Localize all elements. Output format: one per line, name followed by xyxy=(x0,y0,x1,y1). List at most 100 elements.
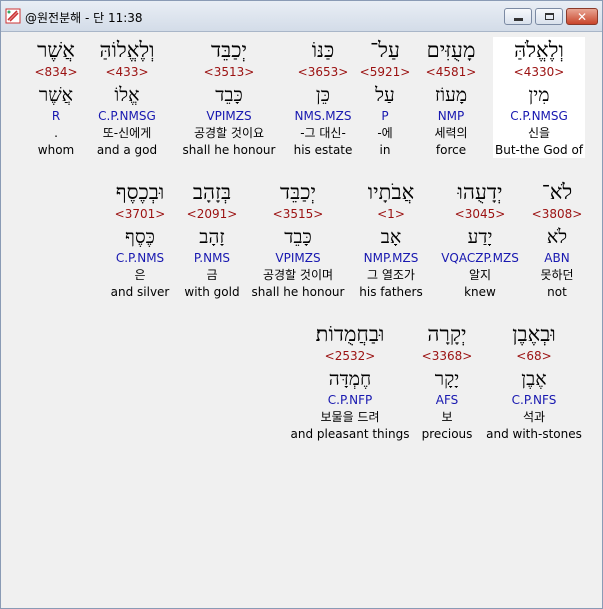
korean-gloss: 금 xyxy=(206,268,218,282)
word-block[interactable]: וּבְכֶסֶף <3701> כֶּסֶף C.P.NMS 은 and silver xyxy=(109,179,172,300)
maximize-button[interactable] xyxy=(535,8,563,25)
english-gloss: his fathers xyxy=(359,285,423,299)
english-gloss: and a god xyxy=(96,143,158,157)
hebrew-word: וּבַחֲמֻדוֹת׃ xyxy=(315,322,385,346)
strongs-number: <1> xyxy=(377,207,405,221)
korean-gloss: -그 대신- xyxy=(300,126,346,140)
hebrew-word: וּבְאֶבֶן xyxy=(512,322,556,346)
title-bar[interactable]: @원전분해 - 단 11:38 ✕ xyxy=(1,1,602,32)
hebrew-word: וְלֶאֱלוֹהַּ xyxy=(99,38,155,62)
grammar-code: AFS xyxy=(435,393,459,407)
korean-gloss: 세력의 xyxy=(434,126,468,140)
grammar-code: P.NMS xyxy=(193,251,231,265)
close-button[interactable]: ✕ xyxy=(566,8,598,25)
word-block[interactable]: וְלֶאֱלֹהַּ <4330> מִין C.P.NMSG 신을 But-the G… xyxy=(492,37,586,158)
korean-gloss: 공경할 것이요 xyxy=(193,126,265,140)
word-block[interactable]: בְּזָהָב <2091> זָהָב P.NMS 금 with gold xyxy=(182,179,241,300)
grammar-code: C.P.NFS xyxy=(511,393,557,407)
strongs-number: <3513> xyxy=(203,65,255,79)
window-title: @원전분해 - 단 11:38 xyxy=(25,11,143,25)
word-block[interactable]: יְכַבֵּד <3515> כָּבֵד VPIMZS 공경할 것이며 shall h… xyxy=(250,179,347,300)
lexical-form: חֶמְדָּה xyxy=(328,368,372,390)
word-block[interactable]: יְקָרָה <3368> יָקָר AFS 보 precious xyxy=(420,321,475,442)
hebrew-word: יְקָרָה xyxy=(427,322,467,346)
korean-gloss: 또-신에게 xyxy=(102,126,152,140)
strongs-number: <3808> xyxy=(531,207,583,221)
word-block[interactable]: יְדָעֻהוּ <3045> יָדַע VQACZP.MZS 알지 knew xyxy=(439,179,521,300)
english-gloss: force xyxy=(435,143,467,157)
lexical-form: אֱלוֹ xyxy=(114,84,140,106)
lexical-form: כֵּן xyxy=(315,84,331,106)
word-block[interactable]: אֲשֶׁר <834> אֲשֶׁר R. whom xyxy=(32,37,79,158)
lexical-form: כֶּסֶף xyxy=(125,226,155,248)
hebrew-word: יְדָעֻהוּ xyxy=(457,180,503,204)
lexical-form: אֶבֶן xyxy=(521,368,547,390)
korean-gloss: 보 xyxy=(441,410,453,424)
word-block[interactable]: אֲבֹתָיו <1> אָב NMP.MZS 그 열조가 his fathers xyxy=(357,179,424,300)
lexical-form: כָּבֵד xyxy=(284,226,312,248)
minimize-icon xyxy=(513,18,523,21)
word-block[interactable]: כַּנּוֹ <3653> כֵּן NMS.MZS -그 대신-his estate xyxy=(292,37,355,158)
grammar-code: C.P.NMSG xyxy=(98,109,156,123)
english-gloss: in xyxy=(379,143,391,157)
lexical-form: יָדַע xyxy=(467,226,493,248)
english-gloss: But-the God of xyxy=(494,143,584,157)
english-gloss: shall he honour xyxy=(182,143,276,157)
english-gloss: not xyxy=(547,285,567,299)
english-gloss: his estate xyxy=(293,143,353,157)
hebrew-word: וְלֶאֱלֹהַּ xyxy=(514,38,564,62)
word-block[interactable]: וּבְאֶבֶן <68> אֶבֶן C.P.NFS 석과 and with-ston… xyxy=(484,321,584,442)
maximize-icon xyxy=(544,13,554,20)
strongs-number: <2532> xyxy=(324,349,376,363)
english-gloss: whom xyxy=(37,143,75,157)
korean-gloss: 은 xyxy=(134,268,146,282)
close-icon: ✕ xyxy=(576,9,588,24)
lexical-form: יָקָר xyxy=(434,368,460,390)
lexical-form: לֹא xyxy=(546,226,568,248)
hebrew-word: יְכַבֵּד xyxy=(280,180,316,204)
english-gloss: and pleasant things xyxy=(290,427,410,441)
strongs-number: <3653> xyxy=(297,65,349,79)
word-block[interactable]: עַל־ <5921> עַל P -에 in xyxy=(358,37,413,158)
grammar-code: R xyxy=(51,109,61,123)
word-block[interactable]: לֹא־ <3808> לֹא ABN 못하던 not xyxy=(530,179,585,300)
grammar-code: ABN xyxy=(544,251,570,265)
grammar-code: C.P.NMS xyxy=(115,251,165,265)
korean-gloss: 공경할 것이며 xyxy=(262,268,334,282)
word-block[interactable]: וּבַחֲמֻדוֹת׃ <2532> חֶמְדָּה C.P.NFP 보물을 드려… xyxy=(289,321,412,442)
word-block[interactable]: יְכַבֵּד <3513> כָּבֵד VPIMZS 공경할 것이요 shall h… xyxy=(181,37,278,158)
english-gloss: and with-stones xyxy=(486,427,582,441)
lexical-form: מָעוֹז xyxy=(434,84,468,106)
strongs-number: <433> xyxy=(105,65,149,79)
lexical-form: כָּבֵד xyxy=(215,84,243,106)
korean-gloss: 신을 xyxy=(527,126,551,140)
hebrew-word: עַל־ xyxy=(370,38,400,62)
lexical-form: זָהָב xyxy=(199,226,225,248)
grammar-code: NMP xyxy=(437,109,465,123)
strongs-number: <3515> xyxy=(272,207,324,221)
korean-gloss: 보물을 드려 xyxy=(320,410,380,424)
word-block[interactable]: וְלֶאֱלוֹהַּ <433> אֱלוֹ C.P.NMSG 또-신에게 and a… xyxy=(95,37,159,158)
strongs-number: <68> xyxy=(516,349,552,363)
lexical-form: עַל xyxy=(375,84,395,106)
minimize-button[interactable] xyxy=(504,8,532,25)
grammar-code: VPIMZS xyxy=(275,251,321,265)
hebrew-word: יְכַבֵּד xyxy=(211,38,247,62)
hebrew-word: וּבְכֶסֶף xyxy=(115,180,165,204)
lexical-form: אֲשֶׁר xyxy=(38,84,74,106)
korean-gloss: . xyxy=(54,126,58,140)
korean-gloss: 알지 xyxy=(468,268,492,282)
hebrew-word: לֹא־ xyxy=(541,180,573,204)
strongs-number: <3045> xyxy=(454,207,506,221)
hebrew-word: כַּנּוֹ xyxy=(311,38,335,62)
grammar-code: NMP.MZS xyxy=(363,251,419,265)
korean-gloss: 석과 xyxy=(522,410,546,424)
strongs-number: <4330> xyxy=(513,65,565,79)
app-logo-icon xyxy=(5,8,21,24)
korean-gloss: 못하던 xyxy=(540,268,574,282)
hebrew-word: בְּזָהָב xyxy=(192,180,232,204)
strongs-number: <3368> xyxy=(421,349,473,363)
word-block[interactable]: מָעֻזִּים <4581> מָעוֹז NMP 세력의 force xyxy=(424,37,479,158)
lexical-form: מִין xyxy=(528,84,550,106)
interlinear-view: וְלֶאֱלֹהַּ <4330> מִין C.P.NMSG 신을 But-the G… xyxy=(1,32,602,608)
